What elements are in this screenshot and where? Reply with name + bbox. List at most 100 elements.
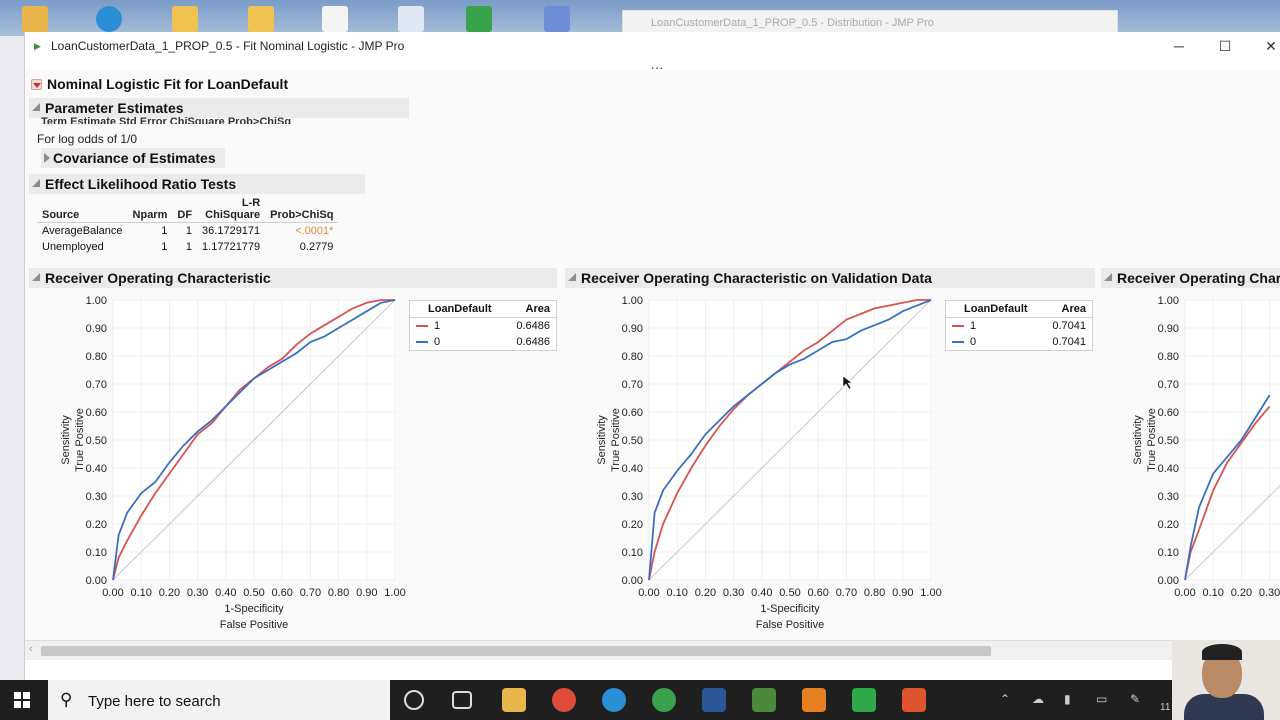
word-icon[interactable] xyxy=(702,688,726,712)
x-tick-label: 0.10 xyxy=(1202,587,1223,599)
disclosure-open-icon[interactable] xyxy=(1104,273,1112,281)
close-button[interactable]: ✕ xyxy=(1251,35,1280,57)
desktop-app-icon[interactable] xyxy=(466,6,492,32)
app-orange-icon[interactable] xyxy=(802,688,826,712)
taskbar-search-box[interactable]: ⚲ Type here to search xyxy=(48,680,390,720)
parameter-estimates-title: Parameter Estimates xyxy=(45,100,184,116)
legend-col-area: Area xyxy=(1041,301,1092,318)
disclosure-open-icon[interactable] xyxy=(32,273,40,281)
disclosure-open-icon[interactable] xyxy=(568,273,576,281)
legend-area: 0.6486 xyxy=(516,336,550,348)
desktop-file-icon[interactable] xyxy=(322,6,348,32)
legend-col-area: Area xyxy=(505,301,556,318)
disclosure-open-icon[interactable] xyxy=(32,179,40,187)
legend-swatch-red xyxy=(952,325,964,328)
cell-chisq: 36.1729171 xyxy=(202,225,261,237)
legend-swatch-blue xyxy=(416,341,428,344)
report-title-text: Nominal Logistic Fit for LoanDefault xyxy=(47,76,289,92)
roc-third-header[interactable]: Receiver Operating Characteristic on Tes… xyxy=(1101,268,1280,288)
report-title[interactable]: Nominal Logistic Fit for LoanDefault xyxy=(29,74,288,94)
jmp-report-window: ▶ LoanCustomerData_1_PROP_0.5 - Fit Nomi… xyxy=(24,32,1280,680)
y-tick-label: 0.90 xyxy=(1158,323,1179,335)
camtasia-green-icon[interactable] xyxy=(852,688,876,712)
y-tick-label: 0.00 xyxy=(1158,575,1179,587)
onedrive-icon[interactable]: ☁ xyxy=(1032,692,1044,706)
desktop-doc-icon[interactable] xyxy=(398,6,424,32)
x-axis-label-specificity: 1-Specificity xyxy=(760,603,820,615)
y-axis-label-true-positive: True Positive xyxy=(610,408,622,472)
edge-icon[interactable] xyxy=(602,688,626,712)
disclosure-open-icon[interactable] xyxy=(32,103,40,111)
legend-level: 0 xyxy=(434,336,441,348)
horizontal-scrollbar[interactable]: ‹ xyxy=(25,640,1280,660)
x-tick-label: 0.60 xyxy=(807,587,828,599)
cell-nparm: 1 xyxy=(161,241,168,253)
tray-clock[interactable]: 11 xyxy=(1160,702,1170,713)
x-tick-label: 0.00 xyxy=(102,587,123,599)
legend-col-level: LoanDefault xyxy=(946,301,1042,318)
legend-row[interactable]: 1 0.7041 xyxy=(946,318,1092,335)
col-prob[interactable]: Prob>ChiSq xyxy=(265,196,339,223)
x-tick-label: 1.00 xyxy=(384,587,405,599)
desktop-edge-icon[interactable] xyxy=(96,6,122,32)
maximize-button[interactable]: ☐ xyxy=(1205,35,1245,57)
desktop-folder-icon-2[interactable] xyxy=(172,6,198,32)
y-tick-label: 0.70 xyxy=(1158,379,1179,391)
cell-df: 1 xyxy=(185,241,193,253)
tray-chevron-icon[interactable]: ⌃ xyxy=(1000,692,1010,706)
x-tick-label: 0.70 xyxy=(300,587,321,599)
camtasia-red-icon[interactable] xyxy=(902,688,926,712)
col-df[interactable]: DF xyxy=(172,196,198,223)
task-view-icon[interactable] xyxy=(452,691,472,709)
scroll-left-icon[interactable]: ‹ xyxy=(29,643,33,655)
y-tick-label: 0.70 xyxy=(86,379,107,391)
y-tick-label: 0.50 xyxy=(1158,435,1179,447)
scrollbar-thumb[interactable] xyxy=(41,646,991,656)
x-tick-label: 0.50 xyxy=(243,587,264,599)
desktop-zip-icon[interactable] xyxy=(248,6,274,32)
legend-row[interactable]: 0 0.6486 xyxy=(410,334,556,350)
roc-training-header[interactable]: Receiver Operating Characteristic xyxy=(29,268,557,288)
disclosure-closed-icon[interactable] xyxy=(44,153,50,163)
y-tick-label: 0.00 xyxy=(86,575,107,587)
parameter-estimates-header[interactable]: Parameter Estimates xyxy=(29,98,409,118)
effect-lr-header[interactable]: Effect Likelihood Ratio Tests xyxy=(29,174,365,194)
log-odds-note: For log odds of 1/0 xyxy=(37,132,138,146)
covariance-title: Covariance of Estimates xyxy=(53,150,216,166)
y-tick-label: 0.40 xyxy=(1158,463,1179,475)
window-title: LoanCustomerData_1_PROP_0.5 - Fit Nomina… xyxy=(51,39,405,53)
battery-icon[interactable]: ▭ xyxy=(1096,692,1107,706)
cortana-icon[interactable] xyxy=(404,690,424,710)
y-tick-label: 1.00 xyxy=(86,295,107,307)
minimize-button[interactable]: ─ xyxy=(1159,35,1199,57)
chrome-alt-icon[interactable] xyxy=(652,688,676,712)
legend-row[interactable]: 0 0.7041 xyxy=(946,334,1092,350)
roc-validation-header[interactable]: Receiver Operating Characteristic on Val… xyxy=(565,268,1095,288)
y-tick-label: 0.70 xyxy=(622,379,643,391)
usb-icon[interactable]: ▮ xyxy=(1064,692,1071,706)
col-lr-bottom: ChiSquare xyxy=(205,209,261,221)
legend-row[interactable]: 1 0.6486 xyxy=(410,318,556,335)
col-nparm[interactable]: Nparm xyxy=(127,196,173,223)
title-bar[interactable]: ▶ LoanCustomerData_1_PROP_0.5 - Fit Nomi… xyxy=(25,32,1280,59)
covariance-header[interactable]: Covariance of Estimates xyxy=(41,148,225,168)
cell-source: AverageBalance xyxy=(42,225,123,237)
y-tick-label: 0.80 xyxy=(622,351,643,363)
windows-start-icon[interactable] xyxy=(14,692,30,708)
col-lr-chisq[interactable]: L-R ChiSquare xyxy=(197,196,266,223)
file-explorer-icon[interactable] xyxy=(502,688,526,712)
roc-training-title: Receiver Operating Characteristic xyxy=(45,270,271,286)
x-tick-label: 0.30 xyxy=(723,587,744,599)
desktop-tableau-icon[interactable] xyxy=(544,6,570,32)
pen-icon[interactable]: ✎ xyxy=(1130,692,1140,706)
jmp-taskbar-icon[interactable] xyxy=(752,688,776,712)
legend-swatch-red xyxy=(416,325,428,328)
chrome-icon[interactable] xyxy=(552,688,576,712)
y-tick-label: 0.30 xyxy=(86,491,107,503)
desktop-folder-icon[interactable] xyxy=(22,6,48,32)
red-triangle-menu-icon[interactable] xyxy=(31,79,42,90)
y-axis-label-true-positive: True Positive xyxy=(1146,408,1158,472)
col-source[interactable]: Source xyxy=(37,196,128,223)
x-axis-label-false-positive: False Positive xyxy=(220,619,288,631)
legend-area: 0.6486 xyxy=(516,320,550,332)
